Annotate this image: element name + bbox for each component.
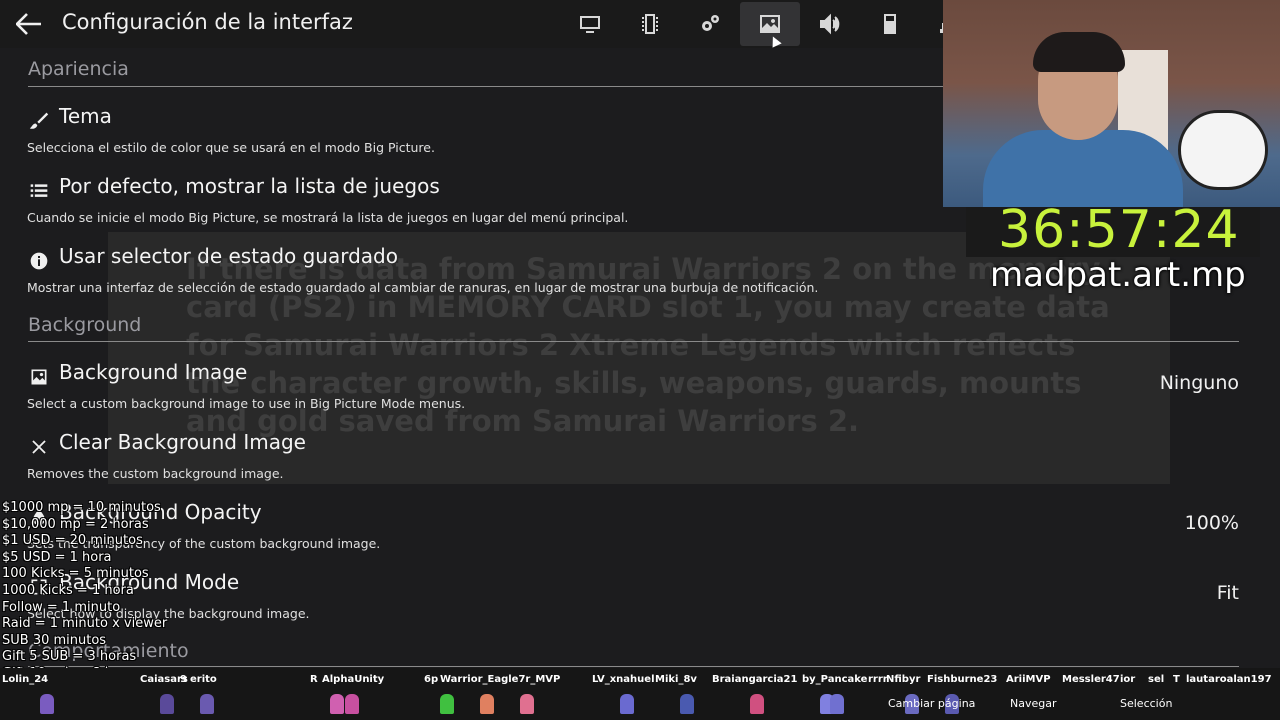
streamer-hair	[1033, 32, 1125, 72]
setting-background-image[interactable]: Background Image Select a custom backgro…	[20, 360, 1248, 426]
setting-description: Removes the custom background image.	[27, 466, 284, 481]
subathon-rule: $1000 mp = 10 minutos	[2, 500, 161, 515]
viewer-sprite	[480, 694, 494, 714]
subathon-rule: $10,000 mp = 2 horas	[2, 516, 149, 532]
section-background: Background	[28, 314, 142, 336]
ticker-name: Messler47	[1062, 674, 1120, 685]
subathon-rule: 1000 Kicks = 1 hora	[2, 582, 134, 598]
setting-description: Mostrar una interfaz de selección de est…	[27, 280, 819, 295]
viewer-sprite	[345, 694, 359, 714]
tab-memory-cards[interactable]	[860, 2, 920, 46]
ticker-name: ior	[1120, 674, 1136, 685]
info-icon	[28, 250, 50, 272]
viewer-sprite	[330, 694, 344, 714]
setting-value: 100%	[1184, 512, 1239, 534]
tab-audio[interactable]	[800, 2, 860, 46]
setting-title: Por defecto, mostrar la lista de juegos	[59, 174, 440, 198]
section-appearance: Apariencia	[28, 58, 129, 80]
ticker-name: AlphaUnity	[322, 674, 385, 685]
viewer-sprite	[160, 694, 174, 714]
image-icon	[760, 15, 780, 33]
subathon-rule: Gift 5 SUB = 3 horas	[2, 649, 137, 665]
tab-advanced[interactable]	[680, 2, 740, 46]
gears-icon	[702, 15, 719, 31]
subathon-rule: Follow = 1 minuto	[2, 599, 121, 615]
viewer-sprites: Cambiar página Navegar Selección	[0, 694, 1280, 718]
subathon-rule: $1 USD = 20 minutos	[2, 533, 143, 549]
setting-description: Cuando se inicie el modo Big Picture, se…	[27, 210, 629, 225]
setting-value: Fit	[1216, 582, 1239, 604]
monitor-icon	[580, 16, 600, 33]
tab-hardware[interactable]	[620, 2, 680, 46]
setting-background-mode[interactable]: Background Mode Select how to display th…	[20, 570, 1248, 636]
ticker-names: Lolin_24 Caiasars 9 erito R AlphaUnity 6p Warri…	[0, 674, 1280, 688]
viewer-sprite	[620, 694, 634, 714]
speaker-icon	[820, 13, 840, 35]
subathon-timer: 36:57:24	[998, 200, 1240, 260]
chip-icon	[642, 14, 658, 34]
back-button[interactable]	[12, 8, 46, 40]
ticker-name: Miki_8v	[655, 674, 697, 685]
ticker-name: R	[310, 674, 318, 685]
ticker-name: Braiangarcia21	[712, 674, 798, 685]
setting-background-opacity[interactable]: Background Opacity Sets the transparency…	[20, 500, 1248, 566]
ticker-name: 9	[180, 674, 187, 685]
subathon-rule: 100 Kicks = 5 minutos	[2, 566, 149, 582]
webcam-feed	[943, 0, 1280, 207]
ticker-name: rrrr	[868, 674, 888, 685]
ticker-name: Fishburne23	[927, 674, 998, 685]
image-icon	[28, 366, 50, 388]
brush-icon	[28, 110, 50, 132]
setting-title: Usar selector de estado guardado	[59, 244, 398, 268]
ticker-name: Warrior_Eagle7r_MVP	[440, 674, 561, 685]
streamer-handle: madpat.art.mp	[990, 255, 1246, 295]
setting-clear-background-image[interactable]: Clear Background Image Removes the custo…	[20, 430, 1248, 496]
close-icon	[28, 436, 50, 458]
ticker-name: AriiMVP	[1006, 674, 1051, 685]
subathon-rule: $5 USD = 1 hora	[2, 549, 112, 565]
streamer-shirt	[983, 130, 1183, 207]
setting-description: Select a custom background image to use …	[27, 396, 466, 411]
divider	[28, 666, 1239, 667]
viewer-sprite	[440, 694, 454, 714]
viewer-sprite	[830, 694, 844, 714]
arrow-left-icon	[16, 13, 41, 35]
setting-title: Background Image	[59, 360, 248, 384]
tab-display[interactable]	[560, 2, 620, 46]
divider	[28, 341, 1239, 342]
setting-title: Tema	[59, 104, 112, 128]
ticker-name: sel	[1148, 674, 1165, 685]
viewer-sprite	[40, 694, 54, 714]
viewer-sprite	[680, 694, 694, 714]
list-icon	[28, 180, 50, 202]
subathon-rule: SUB 30 minutos	[2, 632, 107, 648]
ticker-name: Lolin_24	[2, 674, 49, 685]
setting-title: Clear Background Image	[59, 430, 306, 454]
memory-card-icon	[884, 14, 896, 34]
ticker-name: lautaroalan197	[1186, 674, 1272, 685]
controller-hint: Cambiar página	[888, 697, 976, 710]
ticker-name: T	[1173, 674, 1180, 685]
viewer-sprite	[200, 694, 214, 714]
cat-mascot	[1178, 110, 1268, 190]
ticker-name: LV_xnahuel	[592, 674, 655, 685]
ticker-name: Nfibyr	[886, 674, 921, 685]
controller-hint: Selección	[1120, 697, 1173, 710]
viewer-sprite	[750, 694, 764, 714]
setting-value: Ninguno	[1159, 372, 1239, 394]
ticker-name: 6p	[424, 674, 439, 685]
controller-hint: Navegar	[1010, 697, 1057, 710]
ticker-name: by_Pancake	[802, 674, 868, 685]
viewer-sprite	[520, 694, 534, 714]
ticker-name: erito	[190, 674, 217, 685]
subathon-rule: Raid = 1 minuto x viewer	[2, 616, 168, 632]
setting-description: Selecciona el estilo de color que se usa…	[27, 140, 435, 155]
page-title: Configuración de la interfaz	[62, 10, 353, 34]
